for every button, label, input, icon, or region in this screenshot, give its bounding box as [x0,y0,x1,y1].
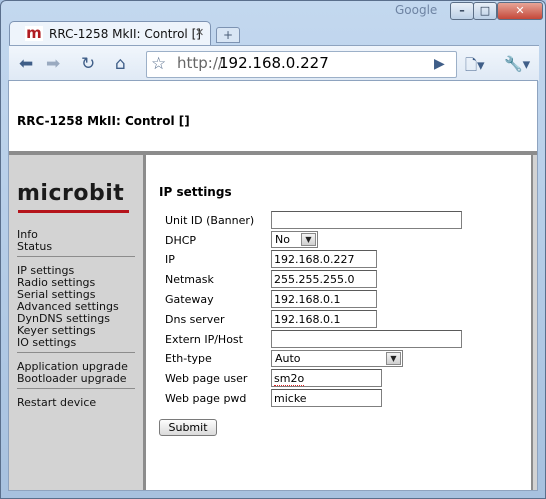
netmask-input[interactable]: 255.255.255.0 [271,270,377,288]
reload-icon[interactable]: ↻ [81,56,95,73]
field-label: Netmask [165,273,214,286]
logo-underline [18,210,129,213]
forward-arrow-icon[interactable]: ➡ [46,56,60,73]
sidebar: microbit Info Status IP settings Radio s… [9,155,146,490]
field-label: Dns server [165,313,225,326]
extern-ip-host-input[interactable] [271,330,462,348]
close-window-button[interactable]: ✕ [497,2,543,20]
dhcp-select-value: No [275,233,290,246]
gateway-input[interactable]: 192.168.0.1 [271,290,377,308]
web-page-user-value: sm2o [274,372,305,386]
sidebar-item-bootloader-upgrade[interactable]: Bootloader upgrade [17,372,127,385]
submit-button[interactable]: Submit [159,419,217,436]
sidebar-divider [17,256,135,257]
page-header: RRC-1258 MkII: Control [] [9,81,537,151]
field-label: DHCP [165,234,197,247]
section-title: IP settings [159,185,232,199]
field-label: Web page pwd [165,392,247,405]
page-menu-icon[interactable]: 🗋▾ [465,55,485,80]
new-tab-button[interactable]: + [216,27,240,43]
eth-type-select[interactable]: Auto ▼ [271,350,403,367]
back-arrow-icon[interactable]: ⬅ [19,56,33,73]
web-page-user-input[interactable]: sm2o [271,369,382,387]
go-icon[interactable]: ▶ [434,56,445,72]
tab-control[interactable]: m RRC-1258 MkII: Control [] ✕ [9,21,211,46]
url-scheme: http:// [177,54,223,72]
maximize-button[interactable]: □ [473,2,497,20]
minimize-button[interactable]: – [450,2,474,20]
browser-toolbar: ⬅ ➡ ↻ ⌂ ☆ http:// 192.168.0.227 ▶ 🗋▾ 🔧▾ [9,45,539,81]
field-label: IP [165,253,175,266]
sidebar-item-io-settings[interactable]: IO settings [17,336,76,349]
sidebar-item-status[interactable]: Status [17,240,52,253]
page-viewport: RRC-1258 MkII: Control [] microbit Info … [8,80,538,491]
eth-type-select-value: Auto [275,352,301,365]
right-frame-border [531,155,537,490]
sidebar-divider [17,352,135,353]
url-host: 192.168.0.227 [219,54,329,72]
main-content: IP settings Unit ID (Banner) DHCP No ▼ I… [149,155,535,490]
unit-id-input[interactable] [271,211,462,229]
home-icon[interactable]: ⌂ [115,56,126,73]
field-label: Web page user [165,372,248,385]
dhcp-select[interactable]: No ▼ [271,231,318,248]
chevron-down-icon: ▼ [301,233,316,246]
field-label: Unit ID (Banner) [165,214,255,227]
microbit-logo: microbit [17,181,125,206]
dns-server-input[interactable]: 192.168.0.1 [271,310,377,328]
field-label: Extern IP/Host [165,333,243,346]
field-label: Gateway [165,293,214,306]
field-label: Eth-type [165,352,212,365]
ip-input[interactable]: 192.168.0.227 [271,250,377,268]
tab-title: RRC-1258 MkII: Control [] [49,27,201,41]
wrench-icon[interactable]: 🔧▾ [504,55,530,73]
star-icon[interactable]: ☆ [151,54,166,74]
browser-brand-label: Google [395,3,438,17]
sidebar-item-restart-device[interactable]: Restart device [17,396,96,409]
sidebar-divider [17,388,135,389]
page-title: RRC-1258 MkII: Control [] [17,114,190,128]
chevron-down-icon: ▼ [386,352,401,365]
web-page-pwd-input[interactable]: micke [271,389,382,407]
tab-close-icon[interactable]: ✕ [195,26,204,39]
microbit-favicon-icon: m [25,24,43,42]
